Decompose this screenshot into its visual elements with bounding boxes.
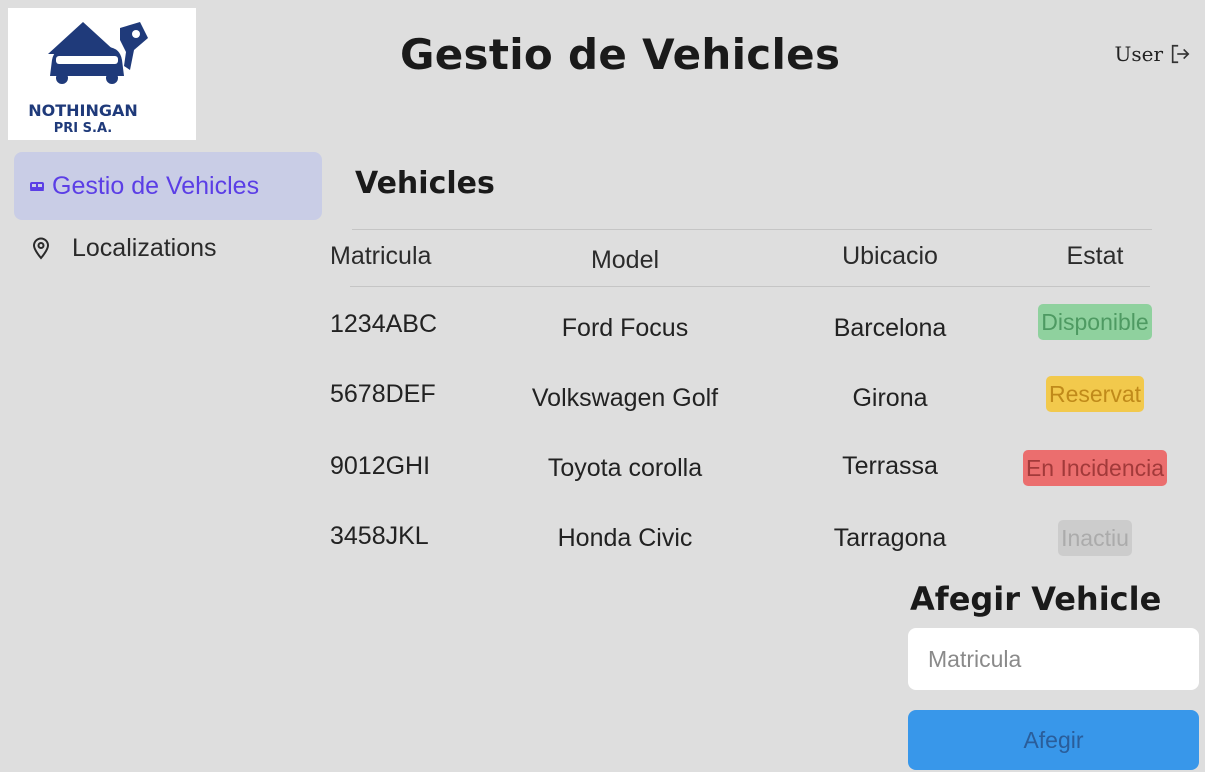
status-cell: Inactiu <box>990 520 1200 556</box>
cell-matricula: 9012GHI <box>330 452 431 480</box>
logo-text-line2: PRI S.A. <box>53 121 113 136</box>
cell-ubicacio: Barcelona <box>833 314 947 342</box>
cell-model: Ford Focus <box>561 314 689 342</box>
cell-ubicacio: Terrassa <box>842 452 938 480</box>
status-cell: Disponible <box>990 304 1200 340</box>
column-header-estat[interactable]: Estat <box>990 242 1200 271</box>
user-label[interactable]: User <box>1114 42 1163 66</box>
cell-matricula: 1234ABC <box>330 310 438 338</box>
cell-model: Honda Civic <box>557 524 693 552</box>
sidebar-item-label: Gestio de Vehicles <box>52 171 260 200</box>
status-cell: En Incidencia <box>990 450 1200 486</box>
status-badge: Reservat <box>1045 376 1145 412</box>
matricula-input[interactable] <box>908 628 1199 690</box>
cell-model: Volkswagen Golf <box>531 384 719 412</box>
column-header-ubicacio[interactable]: Ubicacio <box>810 242 970 271</box>
add-vehicle-button[interactable]: Afegir <box>908 710 1199 770</box>
sidebar-item-label: Localizations <box>72 233 217 262</box>
header-divider <box>350 286 1150 287</box>
cell-ubicacio: Girona <box>852 384 928 412</box>
company-logo: NOTHINGAN PRI S.A. <box>8 8 196 140</box>
sidebar-item-vehicle-management[interactable]: Gestio de Vehicles <box>14 152 322 220</box>
cell-matricula: 3458JKL <box>330 522 429 550</box>
sidebar-item-localizations[interactable]: Localizations <box>14 212 324 284</box>
sidebar: Gestio de Vehicles Localizations <box>14 152 324 284</box>
cell-ubicacio: Tarragona <box>833 524 947 552</box>
logo-text-line1: NOTHINGAN <box>28 101 138 120</box>
column-header-model[interactable]: Model <box>500 246 750 275</box>
car-icon <box>28 173 46 199</box>
user-menu[interactable]: User <box>1114 42 1191 66</box>
add-vehicle-title: Afegir Vehicle <box>910 580 1162 618</box>
status-badge: En Incidencia <box>1022 450 1168 486</box>
logout-icon[interactable] <box>1169 43 1191 65</box>
cell-matricula: 5678DEF <box>330 380 436 408</box>
divider <box>352 229 1152 230</box>
cell-model: Toyota corolla <box>547 454 703 482</box>
status-badge: Inactiu <box>1058 520 1132 556</box>
app-title: Gestio de Vehicles <box>400 30 841 79</box>
column-header-matricula[interactable]: Matricula <box>330 242 470 271</box>
map-pin-icon <box>28 235 54 261</box>
status-badge: Disponible <box>1038 304 1152 340</box>
car-key-logo-icon <box>48 22 148 84</box>
status-cell: Reservat <box>990 376 1200 412</box>
section-title: Vehicles <box>355 166 495 201</box>
